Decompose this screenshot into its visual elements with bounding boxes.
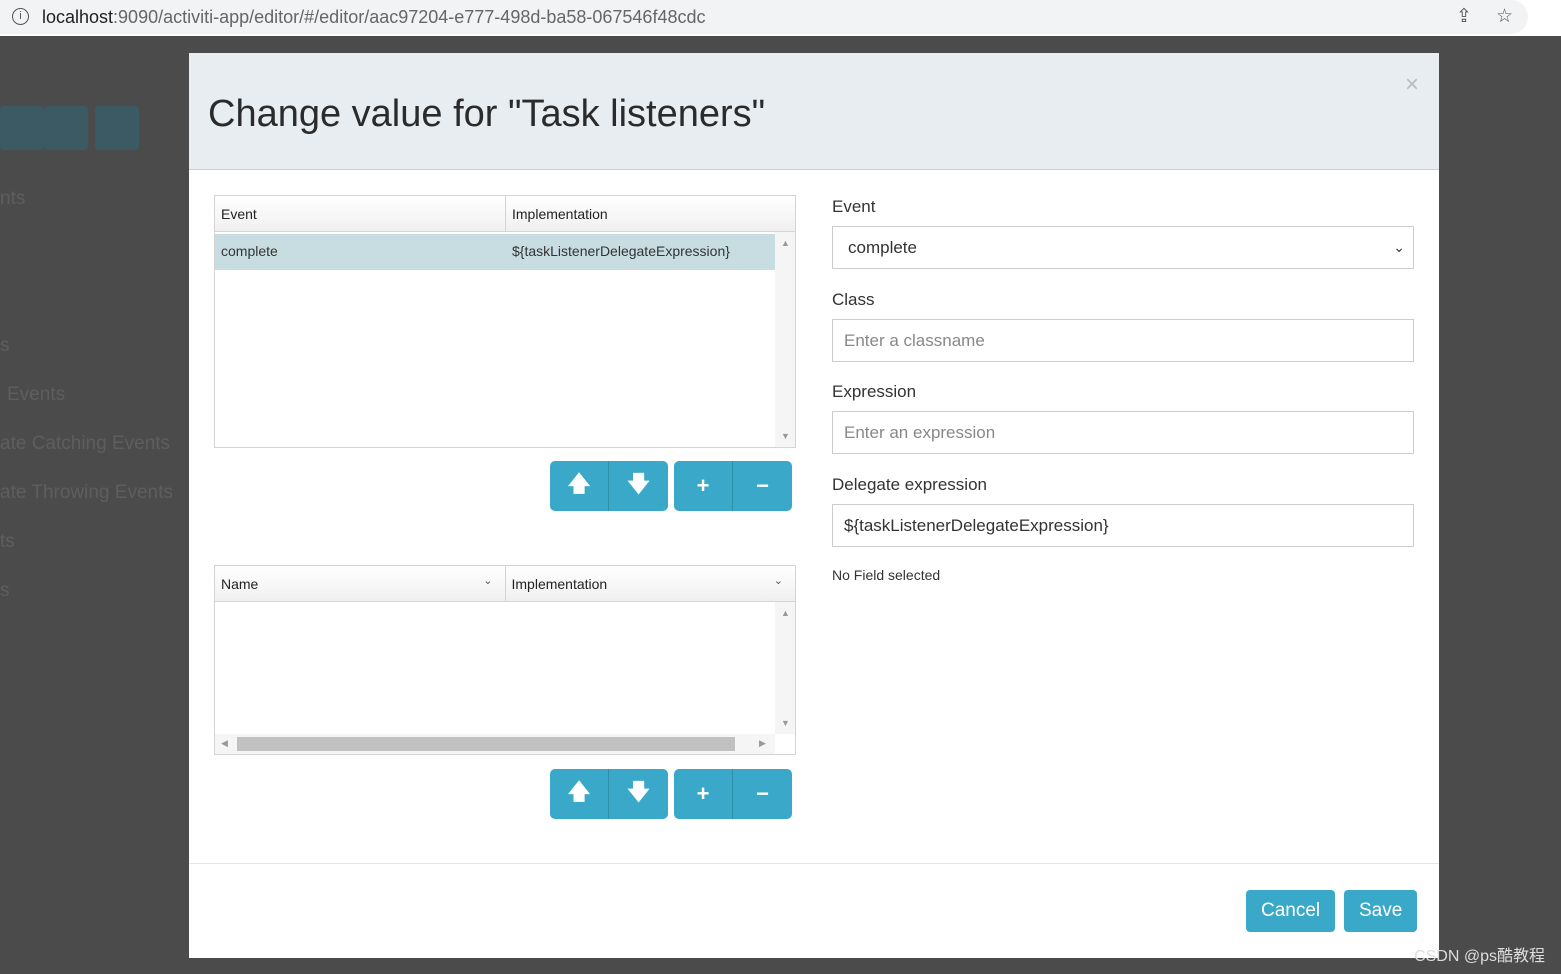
dialog-title: Change value for "Task listeners" [208,93,766,135]
save-button[interactable]: Save [1344,890,1418,932]
table-row[interactable]: complete ${taskListenerDelegateExpression… [215,234,775,270]
column-header-implementation[interactable]: Implementation ⌄ [506,566,796,601]
add-button[interactable]: + [674,769,733,819]
bg-text: ate Catching Events [0,433,171,454]
move-up-button[interactable]: 🡅 [550,461,609,511]
bg-text: Events [7,384,66,405]
remove-button[interactable]: − [733,769,792,819]
move-down-button[interactable]: 🡇 [609,461,668,511]
bg-text: nts [0,188,26,209]
cell-implementation: ${taskListenerDelegateExpression} [512,243,730,259]
bg-toolbar-button [0,106,44,150]
dialog-header: Change value for "Task listeners" × [189,53,1439,170]
bg-text: s [0,335,10,356]
no-field-message: No Field selected [832,567,941,583]
field-buttons: 🡅 🡇 + − [550,769,792,819]
move-up-button[interactable]: 🡅 [550,769,609,819]
cell-event: complete [221,243,278,259]
event-select[interactable]: complete ⌄ [832,226,1414,269]
star-icon[interactable]: ☆ [1496,5,1513,28]
delegate-expression-input[interactable] [832,504,1414,547]
bg-toolbar-button [44,106,88,150]
trash-icon [95,106,139,150]
vertical-scrollbar[interactable]: ▲ ▼ [775,232,795,447]
browser-bar: i localhost:9090/activiti-app/editor/#/e… [0,0,1561,36]
chevron-down-icon: ⌄ [1393,239,1405,255]
column-header-name[interactable]: Name ⌄ [215,566,506,601]
listeners-grid: Event Implementation complete ${taskListen… [214,195,796,448]
share-icon[interactable]: ⇪ [1456,5,1472,28]
watermark: CSDN @ps酷教程 [1414,948,1545,965]
delegate-expression-label: Delegate expression [832,475,987,494]
bg-text: s [0,580,10,601]
chevron-down-icon: ⌄ [773,575,783,587]
class-label: Class [832,290,875,309]
info-icon[interactable]: i [12,8,29,25]
move-down-button[interactable]: 🡇 [609,769,668,819]
bg-text: ts [0,531,15,552]
cancel-button[interactable]: Cancel [1246,890,1336,932]
task-listeners-dialog: Change value for "Task listeners" × Even… [189,53,1439,958]
expression-input[interactable] [832,411,1414,454]
class-input[interactable] [832,319,1414,362]
dialog-footer: Cancel Save [189,863,1439,958]
column-header-event[interactable]: Event [215,196,506,231]
listener-buttons: 🡅 🡇 + − [550,461,792,511]
close-icon[interactable]: × [1405,71,1419,99]
vertical-scrollbar[interactable]: ▲ ▼ [775,602,795,734]
bg-text: ate Throwing Events [0,482,173,503]
address-bar[interactable]: i localhost:9090/activiti-app/editor/#/e… [0,0,1528,34]
add-button[interactable]: + [674,461,733,511]
column-header-implementation[interactable]: Implementation [506,196,614,231]
expression-label: Expression [832,382,917,401]
horizontal-scrollbar[interactable]: ◀ ▶ [215,734,775,754]
url-text[interactable]: localhost:9090/activiti-app/editor/#/edi… [42,7,705,28]
remove-button[interactable]: − [733,461,792,511]
fields-grid: Name ⌄ Implementation ⌄ ▲ ▼ ◀ ▶ [214,565,796,755]
chevron-down-icon: ⌄ [483,575,493,587]
event-label: Event [832,197,876,216]
